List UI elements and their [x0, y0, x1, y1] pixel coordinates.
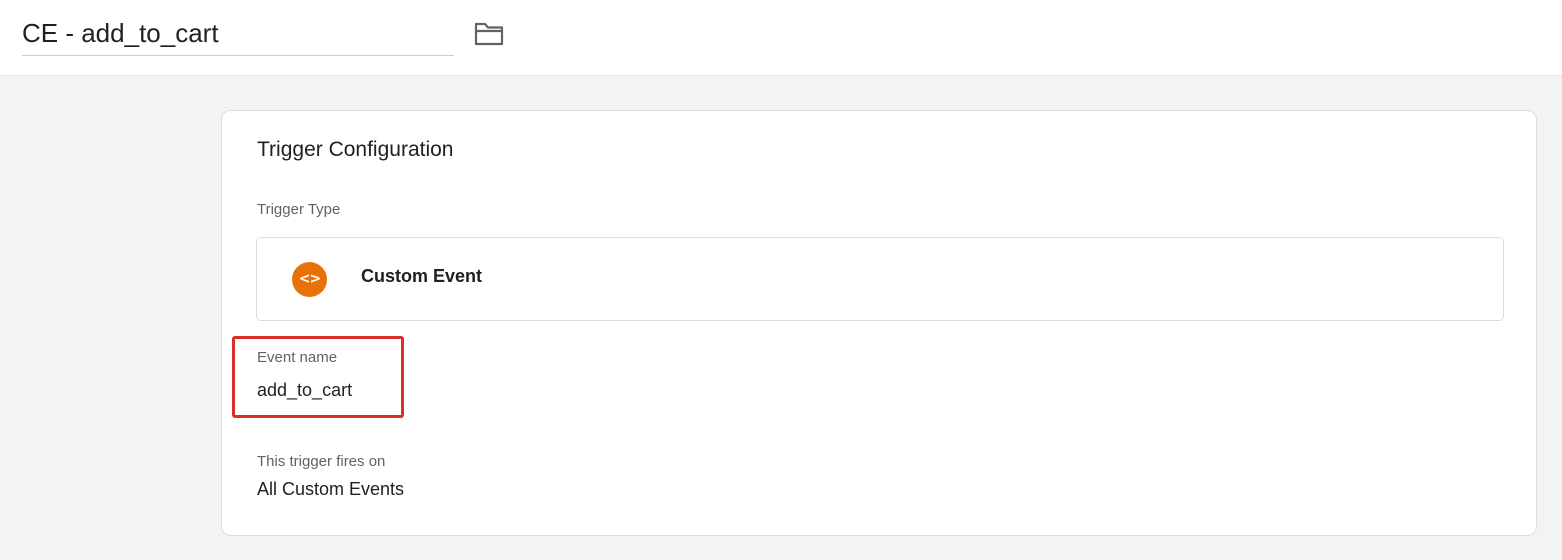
- event-name-value[interactable]: add_to_cart: [257, 380, 352, 401]
- folder-icon[interactable]: [473, 20, 505, 48]
- top-bar: CE - add_to_cart: [0, 0, 1562, 76]
- fires-on-value[interactable]: All Custom Events: [257, 479, 404, 500]
- trigger-configuration-card[interactable]: Trigger Configuration Trigger Type <> Cu…: [221, 110, 1537, 536]
- trigger-type-label: Trigger Type: [257, 201, 341, 218]
- trigger-type-selector[interactable]: <> Custom Event: [256, 237, 1504, 321]
- event-name-label: Event name: [257, 349, 338, 366]
- trigger-type-name: Custom Event: [361, 266, 483, 286]
- code-brackets-icon: <>: [292, 262, 327, 297]
- folder-icon-graphic: [474, 22, 504, 46]
- trigger-name-input[interactable]: CE - add_to_cart: [22, 14, 454, 56]
- card-title: Trigger Configuration: [257, 138, 454, 161]
- fires-on-label: This trigger fires on: [257, 453, 386, 470]
